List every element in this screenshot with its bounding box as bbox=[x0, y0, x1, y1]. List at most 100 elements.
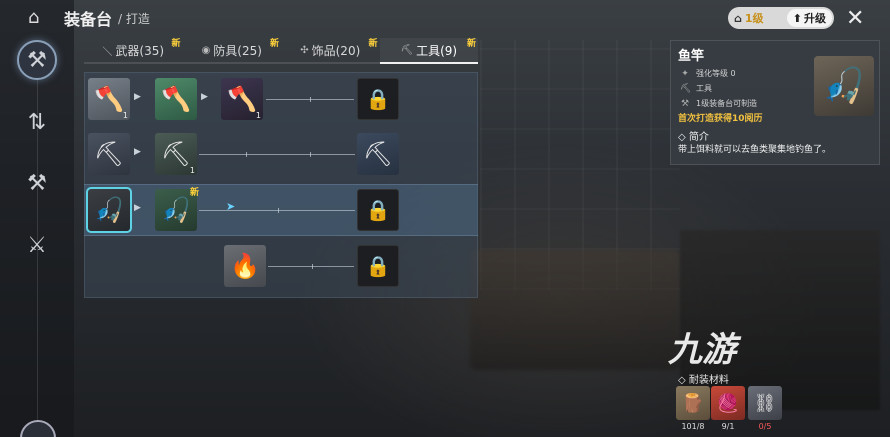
material-slot-fiber[interactable]: 🧶 bbox=[711, 386, 745, 420]
torch-slot[interactable]: 🔥 bbox=[224, 245, 266, 287]
tab-label: 防具(25) bbox=[213, 43, 262, 58]
pickaxe-icon: ⛏ bbox=[93, 140, 125, 168]
upgrade-arrows-icon[interactable]: ⇅ bbox=[17, 102, 57, 142]
level-indicator: ⌂ 1级 ⬆ 升级 bbox=[728, 7, 834, 29]
breadcrumb: / 打造 bbox=[118, 12, 150, 26]
new-badge: 新 bbox=[466, 39, 476, 49]
axe-tier3-slot[interactable]: 🪓 1 bbox=[221, 78, 263, 120]
workbench-icon[interactable]: ⌂ bbox=[28, 7, 39, 28]
materials-heading: ◇ 耐装材料 bbox=[678, 375, 729, 386]
arrow-icon: ▶ bbox=[134, 92, 141, 102]
pickaxe-icon: ⛏ bbox=[680, 83, 692, 94]
tab-accessories[interactable]: ✣ 饰品(20) 新 bbox=[281, 38, 380, 64]
first-craft-reward: 首次打造获得10阅历 bbox=[678, 114, 763, 124]
up-arrow-icon: ⬆ bbox=[792, 11, 802, 25]
tab-weapons[interactable]: ＼ 武器(35) 新 bbox=[84, 38, 183, 64]
item-count: 1 bbox=[189, 166, 195, 175]
fishing-rod-image: 🎣 bbox=[814, 56, 874, 116]
fiber-icon: 🧶 bbox=[716, 392, 740, 414]
material-count: 101/8 bbox=[681, 422, 705, 431]
material-count: 0/5 bbox=[758, 422, 772, 431]
connector-line bbox=[199, 154, 355, 155]
arrow-icon: ▶ bbox=[134, 147, 141, 157]
connector-tick bbox=[312, 264, 313, 269]
new-badge: 新 bbox=[189, 188, 199, 198]
star-icon: ✦ bbox=[681, 68, 689, 79]
background-table bbox=[470, 250, 680, 370]
new-badge: 新 bbox=[171, 39, 181, 49]
fishing-rod-slot[interactable]: 🎣 bbox=[86, 187, 132, 233]
pickaxe-icon: ⛏ bbox=[362, 140, 394, 168]
pickaxe-tier2-slot[interactable]: ⛏ 1 bbox=[155, 133, 197, 175]
connector-tick bbox=[310, 152, 311, 157]
level-label: 1级 bbox=[744, 12, 764, 25]
tab-armor[interactable]: ◉ 防具(25) 新 bbox=[182, 38, 281, 64]
hammer-icon[interactable]: ⚒ bbox=[17, 163, 57, 203]
intro-text: 带上饵料就可以去鱼类聚集地钓鱼了。 bbox=[678, 145, 832, 155]
category-tabs: ＼ 武器(35) 新 ◉ 防具(25) 新 ✣ 饰品(20) 新 ⛏ 工具(9) 新 bbox=[84, 38, 478, 64]
crossed-swords-icon[interactable]: ⚔ bbox=[17, 225, 57, 265]
left-rail: ⚒ ⇅ ⚒ ⚔ bbox=[0, 0, 74, 437]
locked-slot[interactable]: 🔒 bbox=[357, 245, 399, 287]
requirement: 1级装备台可制造 bbox=[696, 99, 758, 108]
accessory-icon: ✣ bbox=[300, 44, 309, 56]
cursor-icon: ➤ bbox=[226, 200, 236, 213]
axe-icon: 🪓 bbox=[94, 85, 124, 113]
armor-icon: ◉ bbox=[201, 44, 211, 56]
upgrade-button[interactable]: ⬆ 升级 bbox=[786, 9, 832, 27]
sword-icon: ＼ bbox=[102, 46, 113, 58]
intro-heading: ◇ 简介 bbox=[678, 132, 709, 143]
tab-label: 工具(9) bbox=[416, 43, 458, 58]
metal-icon: ⛓ bbox=[753, 392, 777, 414]
fishing-rod-icon: 🎣 bbox=[94, 196, 124, 224]
lock-icon: 🔒 bbox=[365, 87, 391, 111]
locked-slot[interactable]: 🔒 bbox=[357, 189, 399, 231]
lock-icon: 🔒 bbox=[365, 254, 391, 278]
pickaxe-icon: ⛏ bbox=[400, 44, 414, 56]
page-title: 装备台 bbox=[64, 10, 113, 29]
enhance-level: 强化等级 0 bbox=[696, 69, 736, 78]
pickaxe-tier1-slot[interactable]: ⛏ bbox=[88, 133, 130, 175]
fishing-rod-icon: 🎣 bbox=[822, 66, 866, 106]
new-badge: 新 bbox=[368, 39, 378, 49]
anvil-icon[interactable]: ⚒ bbox=[17, 40, 57, 80]
material-count: 9/1 bbox=[721, 422, 735, 431]
material-slot-wood[interactable]: 🪵 bbox=[676, 386, 710, 420]
connector-tick bbox=[246, 152, 247, 157]
recipe-row-axe[interactable] bbox=[84, 74, 478, 126]
close-icon[interactable]: ✕ bbox=[846, 6, 864, 31]
lock-icon: 🔒 bbox=[365, 198, 391, 222]
connector-line bbox=[268, 266, 354, 267]
axe-tier2-slot[interactable]: 🪓 bbox=[155, 78, 197, 120]
torch-icon: 🔥 bbox=[230, 252, 260, 280]
tab-label: 饰品(20) bbox=[311, 43, 361, 58]
locked-slot[interactable]: 🔒 bbox=[357, 78, 399, 120]
stone-axe-slot[interactable]: 🪓 1 bbox=[88, 78, 130, 120]
pickaxe-tier3-slot[interactable]: ⛏ bbox=[357, 133, 399, 175]
connector-tick bbox=[310, 97, 311, 102]
fishing-rod-tier2-slot[interactable]: 🎣 新 bbox=[155, 188, 199, 231]
item-type: 工具 bbox=[696, 84, 712, 93]
connector-line bbox=[199, 210, 355, 211]
upgrade-label: 升级 bbox=[804, 12, 826, 25]
axe-icon: 🪓 bbox=[161, 85, 191, 113]
new-badge: 新 bbox=[269, 39, 279, 49]
item-count: 1 bbox=[255, 111, 261, 120]
connector-tick bbox=[278, 208, 279, 213]
watermark-logo: 九游 bbox=[668, 331, 736, 369]
requirement-line: ⚒ 1级装备台可制造 bbox=[680, 98, 757, 109]
profile-avatar[interactable] bbox=[20, 420, 56, 437]
type-line: ⛏ 工具 bbox=[680, 83, 712, 94]
arrow-icon: ▶ bbox=[134, 203, 141, 213]
material-slot-metal[interactable]: ⛓ bbox=[748, 386, 782, 420]
tab-label: 武器(35) bbox=[115, 43, 165, 58]
item-name: 鱼竿 bbox=[678, 49, 705, 64]
hammer-icon: ⚒ bbox=[680, 98, 690, 109]
tab-tools[interactable]: ⛏ 工具(9) 新 bbox=[379, 38, 478, 64]
wood-icon: 🪵 bbox=[681, 392, 705, 414]
pickaxe-icon: ⛏ bbox=[160, 140, 192, 168]
fishing-rod-icon: 🎣 bbox=[161, 196, 191, 224]
workbench-small-icon: ⌂ bbox=[734, 11, 742, 25]
item-count: 1 bbox=[122, 111, 128, 120]
arrow-icon: ▶ bbox=[201, 92, 208, 102]
